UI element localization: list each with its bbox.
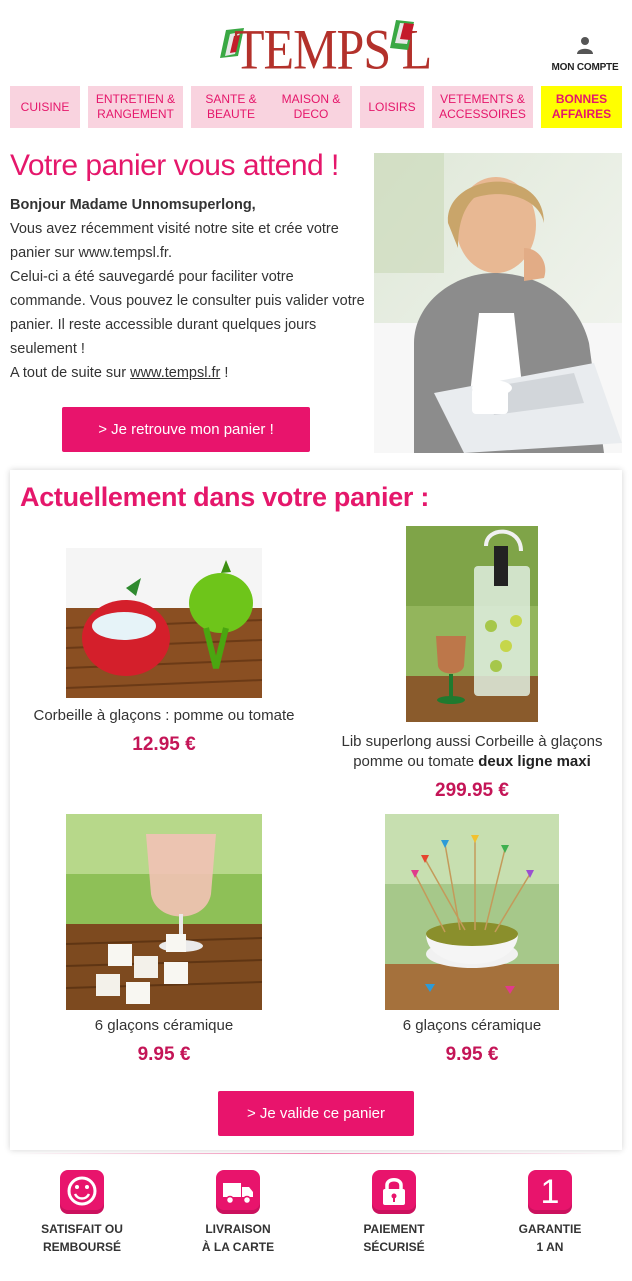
feature-paiement[interactable]: PAIEMENT SÉCURISÉ	[334, 1170, 454, 1256]
product-image[interactable]	[385, 814, 559, 1010]
my-account-link[interactable]: MON COMPTE	[544, 36, 626, 73]
intro-title: Votre panier vous attend !	[10, 149, 339, 182]
intro-line-1: Vous avez récemment visité notre site et…	[10, 221, 339, 261]
product-price: 299.95 €	[435, 780, 509, 801]
intro-line-3-suffix: !	[220, 365, 229, 381]
logo-flag-right-icon	[390, 20, 414, 50]
nav-item-vetements[interactable]: VETEMENTS & ACCESSOIRES	[432, 86, 533, 128]
olives-picks-photo	[385, 814, 559, 1010]
feature-label: SATISFAIT OU REMBOURSÉ	[22, 1220, 142, 1256]
cart-title: Actuellement dans votre panier :	[20, 482, 430, 512]
feature-line-1: PAIEMENT	[363, 1222, 425, 1236]
feature-livraison[interactable]: LIVRAISON À LA CARTE	[178, 1170, 298, 1256]
feature-line-2: À LA CARTE	[201, 1240, 275, 1254]
account-label: MON COMPTE	[551, 62, 619, 73]
product-name[interactable]: 6 glaçons céramique	[326, 1016, 618, 1036]
smiley-icon	[60, 1170, 104, 1214]
intro-line-2: Celui-ci a été sauvegardé pour faciliter…	[10, 269, 365, 357]
site-link[interactable]: www.tempsl.fr	[130, 365, 220, 381]
intro-line-3: A tout de suite sur www.tempsl.fr !	[10, 361, 370, 385]
header: TEMPS L MON COMPTE	[0, 0, 632, 85]
nav-item-loisirs[interactable]: LOISIRS	[360, 86, 424, 128]
hero-image	[374, 153, 622, 453]
lock-icon	[372, 1170, 416, 1214]
wine-cooler-bag-photo	[406, 526, 538, 722]
nav-item-maison[interactable]: MAISON & DECO	[270, 86, 352, 128]
feature-line-2: REMBOURSÉ	[42, 1240, 121, 1254]
validate-cart-button[interactable]: > Je valide ce panier	[218, 1091, 414, 1136]
product-price: 12.95 €	[132, 734, 196, 755]
category-nav: CUISINE ENTRETIEN & RANGEMENT SANTE & BE…	[10, 86, 622, 128]
product-name[interactable]: Corbeille à glaçons : pomme ou tomate	[14, 706, 314, 726]
feature-label: GARANTIE 1 AN	[490, 1220, 610, 1256]
product-name-bold: deux ligne maxi	[478, 753, 591, 770]
intro-line-3-prefix: A tout de suite sur	[10, 365, 131, 381]
product-price: 9.95 €	[137, 1044, 191, 1065]
cart-section: Actuellement dans votre panier : Corbeil…	[10, 470, 622, 1150]
feature-label: LIVRAISON À LA CARTE	[178, 1220, 298, 1256]
intro-text: Bonjour Madame Unnomsuperlong, Vous avez…	[10, 193, 370, 385]
retrieve-cart-button[interactable]: > Je retrouve mon panier !	[62, 407, 310, 452]
one-icon: 1	[528, 1170, 572, 1214]
feature-line-1: SATISFAIT OU	[41, 1222, 123, 1236]
feature-satisfait[interactable]: SATISFAIT OU REMBOURSÉ	[22, 1170, 142, 1256]
product-image[interactable]	[66, 814, 262, 1010]
feature-line-1: GARANTIE	[518, 1222, 582, 1236]
product-price: 9.95 €	[445, 1044, 499, 1065]
nav-item-cuisine[interactable]: CUISINE	[10, 86, 80, 128]
woman-laptop-photo	[374, 153, 622, 453]
product-card[interactable]: Corbeille à glaçons : pomme ou tomate 12…	[14, 534, 314, 756]
feature-line-1: LIVRAISON	[205, 1222, 271, 1236]
product-image[interactable]	[66, 548, 262, 698]
nav-item-entretien[interactable]: ENTRETIEN & RANGEMENT	[88, 86, 183, 128]
product-card[interactable]: Lib superlong aussi Corbeille à glaçons …	[326, 526, 618, 802]
product-card[interactable]: 6 glaçons céramique 9.95 €	[14, 814, 314, 1066]
feature-line-2: SÉCURISÉ	[363, 1240, 425, 1254]
ice-bucket-apple-tomato-photo	[66, 548, 262, 698]
feature-label: PAIEMENT SÉCURISÉ	[334, 1220, 454, 1256]
ceramic-ice-cubes-photo	[66, 814, 262, 1010]
product-card[interactable]: 6 glaçons céramique 9.95 €	[326, 814, 618, 1066]
truck-icon	[216, 1170, 260, 1214]
nav-item-bonnes-affaires[interactable]: BONNES AFFAIRES	[541, 86, 622, 128]
user-icon	[577, 37, 593, 54]
logo[interactable]: TEMPS L	[216, 18, 432, 77]
product-name[interactable]: Lib superlong aussi Corbeille à glaçons …	[326, 732, 618, 772]
nav-item-sante[interactable]: SANTE & BEAUTE	[191, 86, 271, 128]
product-name[interactable]: 6 glaçons céramique	[14, 1016, 314, 1036]
one-glyph: 1	[540, 1173, 560, 1211]
product-image[interactable]	[406, 526, 538, 722]
greeting: Bonjour Madame Unnomsuperlong,	[10, 197, 256, 213]
feature-garantie[interactable]: 1 GARANTIE 1 AN	[490, 1170, 610, 1256]
divider	[20, 1153, 612, 1154]
feature-line-2: 1 AN	[536, 1240, 564, 1254]
